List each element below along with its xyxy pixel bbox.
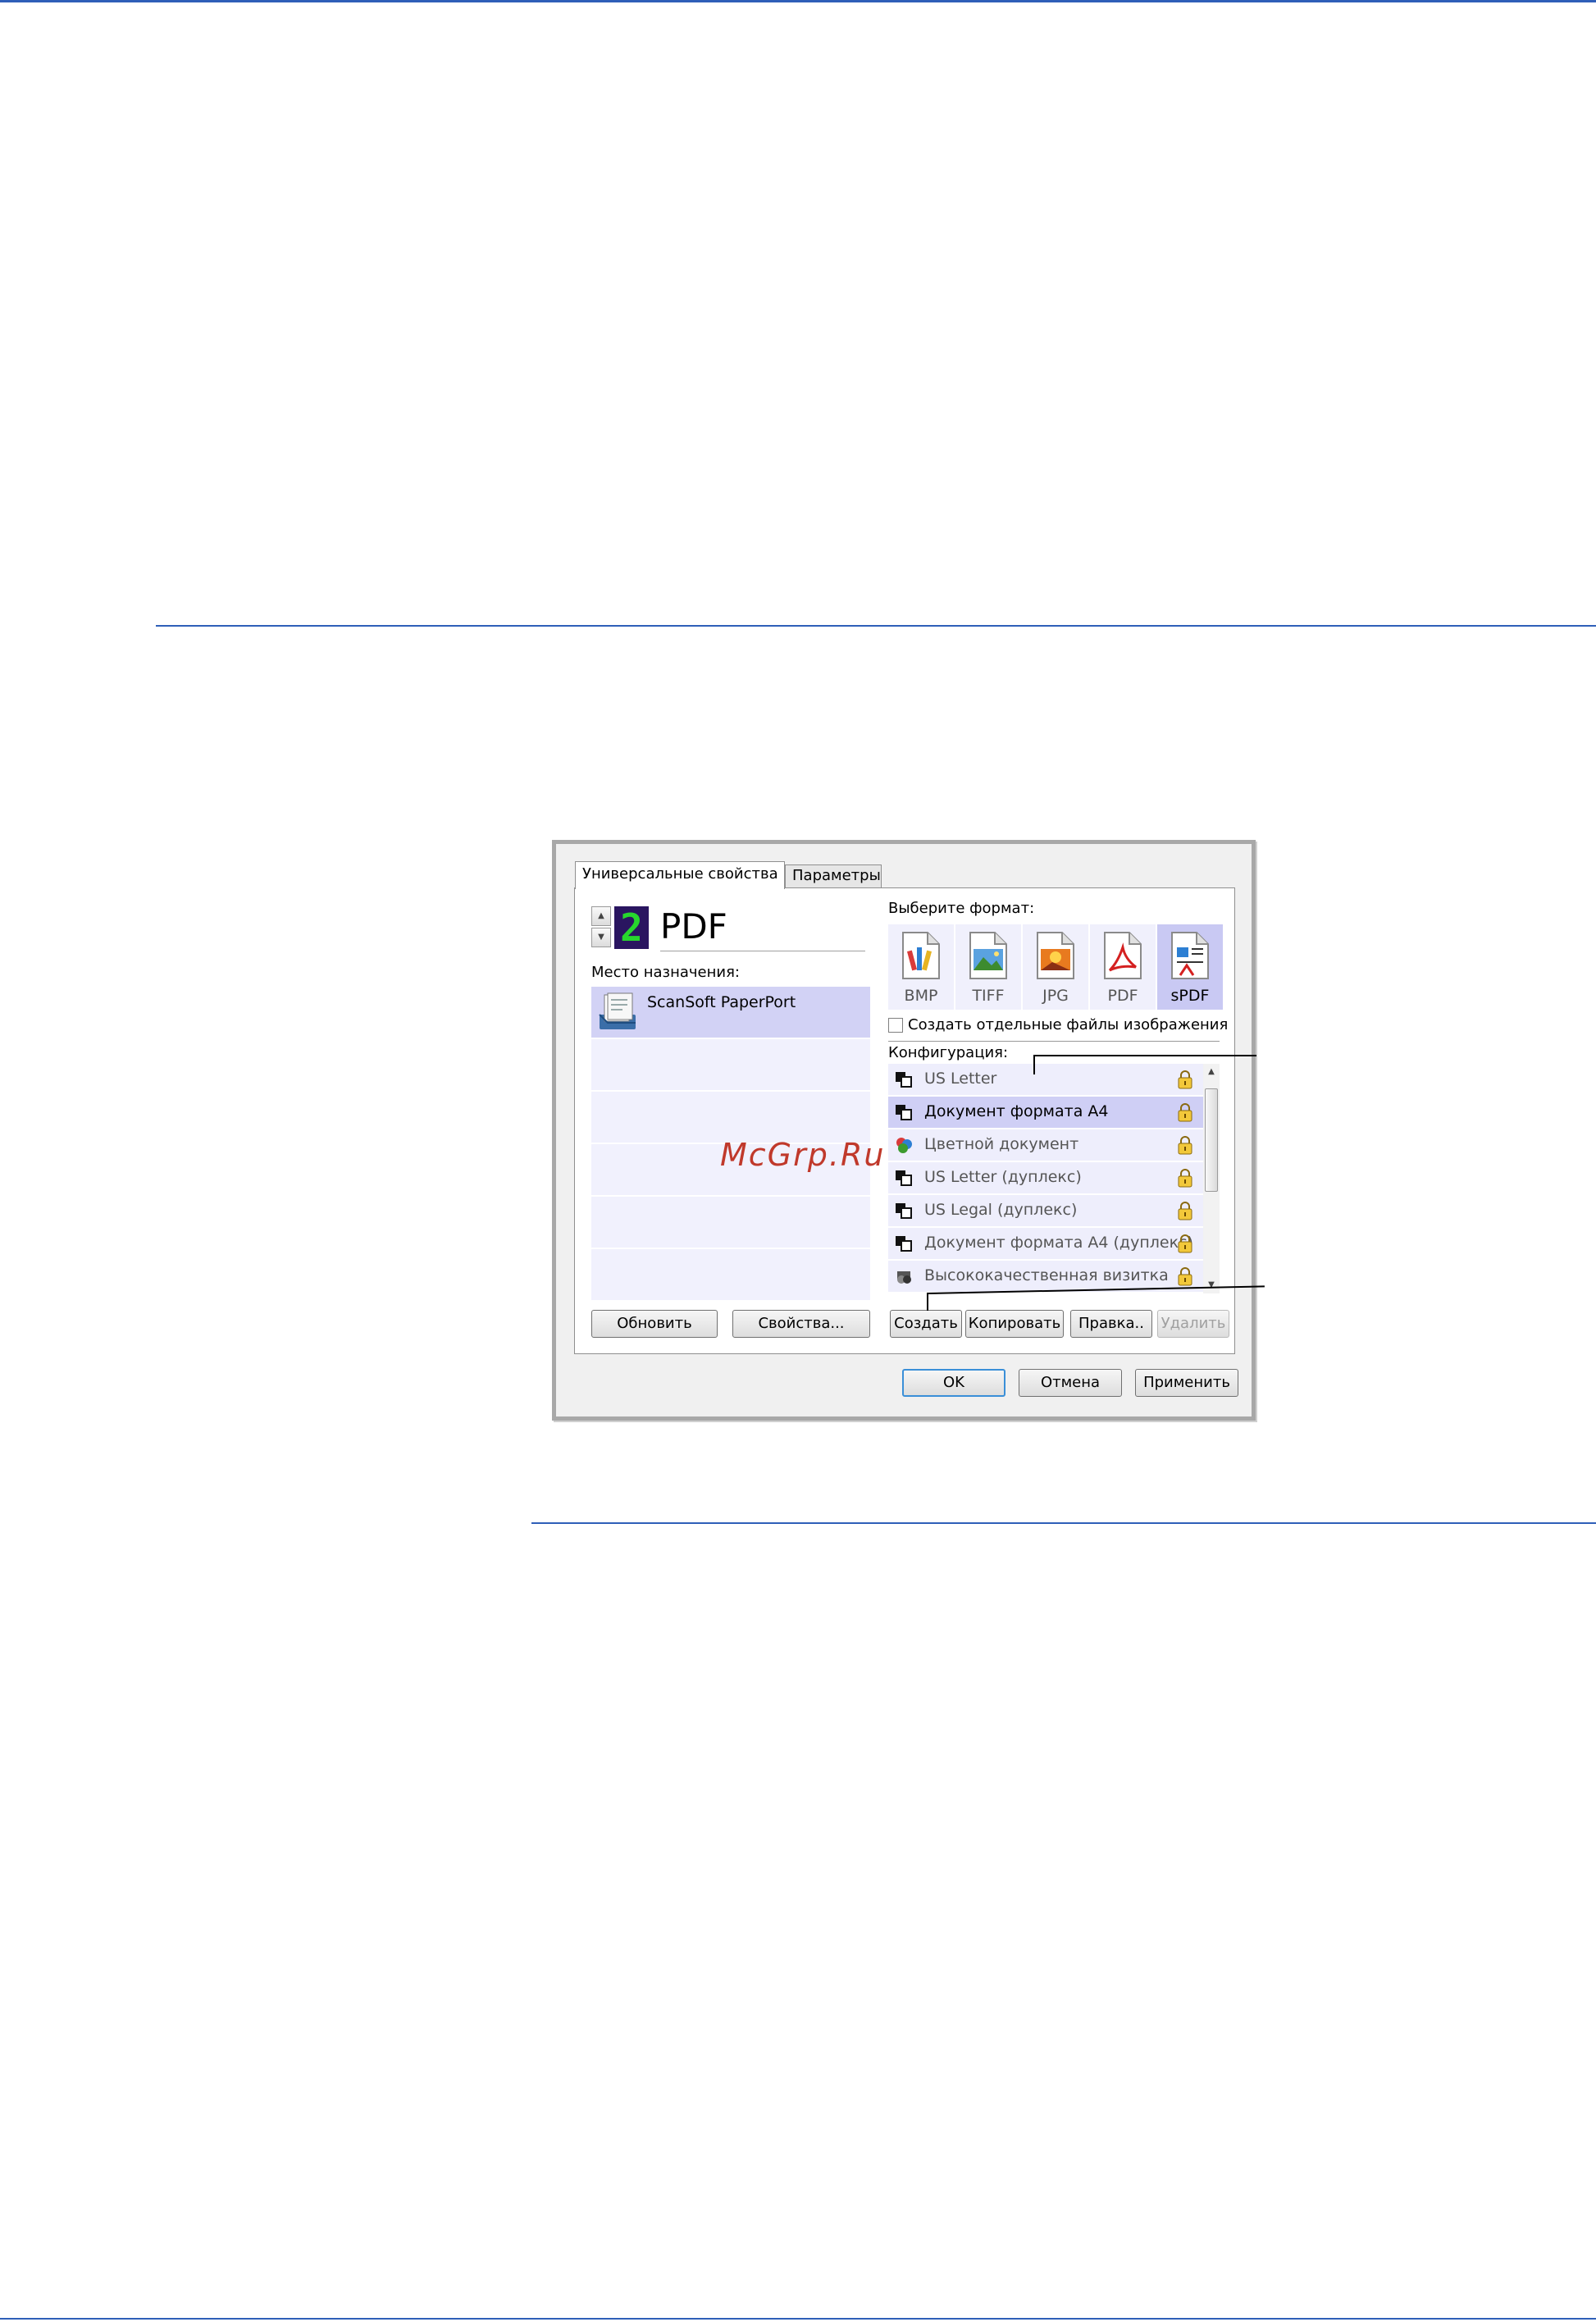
format-label: Выберите формат:	[888, 900, 1035, 917]
section-rule-bottom	[531, 1522, 1596, 1524]
refresh-button[interactable]: Обновить	[591, 1310, 718, 1338]
config-item-color-document[interactable]: Цветной документ	[888, 1129, 1203, 1161]
jpg-file-icon	[1037, 932, 1074, 979]
destination-empty-row	[591, 1249, 870, 1300]
config-item-label: Документ формата A4 (дуплекс)	[924, 1234, 1193, 1252]
format-label-jpg: JPG	[1042, 987, 1069, 1005]
config-item-label: Цветной документ	[924, 1135, 1079, 1153]
bw-document-icon	[896, 1072, 912, 1088]
profile-spinner: ▲ ▼	[591, 906, 611, 947]
bw-document-icon	[896, 1170, 912, 1186]
bw-document-icon	[896, 1236, 912, 1252]
bw-document-icon	[896, 1203, 912, 1219]
section-rule-top	[156, 625, 1596, 627]
format-chooser: BMP TIFF JPG PDF sPDF	[888, 924, 1223, 1010]
destination-empty-row	[591, 1197, 870, 1248]
format-label-tiff: TIFF	[972, 987, 1005, 1005]
lock-icon	[1178, 1070, 1192, 1089]
scroll-thumb[interactable]	[1205, 1088, 1218, 1192]
configuration-list[interactable]: US Letter Документ формата A4 Цветной до…	[888, 1064, 1220, 1293]
config-item-label: US Legal (дуплекс)	[924, 1201, 1078, 1219]
format-option-spdf[interactable]: sPDF	[1157, 924, 1223, 1010]
bw-document-icon	[896, 1105, 912, 1120]
config-item-a4[interactable]: Документ формата A4	[888, 1097, 1203, 1128]
lock-icon	[1178, 1103, 1192, 1122]
destination-empty-row	[591, 1092, 870, 1143]
business-card-icon	[897, 1271, 911, 1284]
config-item-label: US Letter	[924, 1070, 997, 1088]
pdf-file-icon	[1104, 932, 1142, 979]
lock-icon	[1178, 1136, 1192, 1155]
format-label-pdf: PDF	[1107, 987, 1138, 1005]
footer-rule	[0, 2318, 1596, 2320]
top-rule	[0, 0, 1596, 2]
callout-line-configuration-tick	[1033, 1055, 1035, 1074]
spin-down-button[interactable]: ▼	[591, 928, 611, 947]
profile-name: PDF	[660, 905, 865, 951]
format-option-tiff[interactable]: TIFF	[955, 924, 1021, 1010]
watermark: McGrp.Ru	[720, 1137, 886, 1173]
properties-button[interactable]: Свойства...	[732, 1310, 870, 1338]
lock-icon	[1178, 1267, 1192, 1286]
tab-panel: ▲ ▼ 2 PDF Место назначения: ScanSoft Pap…	[574, 887, 1235, 1354]
destination-empty-row	[591, 1039, 870, 1090]
config-item-us-letter[interactable]: US Letter	[888, 1064, 1203, 1095]
scroll-down-arrow-icon[interactable]: ▼	[1203, 1277, 1220, 1293]
lock-icon	[1178, 1234, 1192, 1253]
configuration-label: Конфигурация:	[888, 1044, 1009, 1061]
edit-button[interactable]: Правка..	[1070, 1310, 1152, 1338]
config-item-label: Высококачественная визитка	[924, 1266, 1169, 1284]
config-item-us-legal-duplex[interactable]: US Legal (дуплекс)	[888, 1195, 1203, 1226]
destination-item-paperport[interactable]: ScanSoft PaperPort	[591, 987, 870, 1038]
format-option-pdf[interactable]: PDF	[1090, 924, 1156, 1010]
color-document-icon	[896, 1138, 912, 1153]
config-item-a4-duplex[interactable]: Документ формата A4 (дуплекс)	[888, 1228, 1203, 1259]
lock-icon	[1178, 1169, 1192, 1188]
spdf-file-icon	[1171, 932, 1209, 979]
delete-button[interactable]: Удалить	[1157, 1310, 1229, 1338]
lock-icon	[1178, 1202, 1192, 1220]
paperport-app-icon	[599, 992, 636, 1029]
destination-label: Место назначения:	[591, 964, 740, 981]
separate-files-label: Создать отдельные файлы изображения	[908, 1016, 1229, 1033]
apply-button[interactable]: Применить	[1135, 1369, 1238, 1397]
destination-item-label: ScanSoft PaperPort	[647, 993, 796, 1011]
format-label-bmp: BMP	[904, 987, 938, 1005]
scroll-up-arrow-icon[interactable]: ▲	[1203, 1064, 1220, 1080]
profile-number-icon: 2	[614, 906, 649, 949]
scanner-properties-dialog: Универсальные свойства Параметры ▲ ▼ 2 P…	[552, 840, 1256, 1421]
callout-line-create-tick	[927, 1293, 928, 1311]
format-option-bmp[interactable]: BMP	[888, 924, 954, 1010]
separate-files-checkbox[interactable]	[888, 1018, 903, 1033]
configuration-scrollbar[interactable]: ▲ ▼	[1203, 1064, 1220, 1293]
ok-button[interactable]: OK	[902, 1369, 1005, 1397]
tab-parameters[interactable]: Параметры	[785, 864, 882, 887]
bmp-file-icon	[902, 932, 940, 979]
config-item-label: Документ формата A4	[924, 1102, 1109, 1120]
tiff-file-icon	[969, 932, 1007, 979]
copy-button[interactable]: Копировать	[965, 1310, 1064, 1338]
callout-line-configuration	[1033, 1055, 1256, 1056]
format-option-jpg[interactable]: JPG	[1023, 924, 1088, 1010]
cancel-button[interactable]: Отмена	[1019, 1369, 1122, 1397]
format-label-spdf: sPDF	[1170, 987, 1210, 1005]
divider	[888, 1041, 1220, 1042]
tab-universal-properties[interactable]: Универсальные свойства	[575, 861, 785, 889]
create-button[interactable]: Создать	[890, 1310, 962, 1338]
config-item-label: US Letter (дуплекс)	[924, 1168, 1082, 1186]
spin-up-button[interactable]: ▲	[591, 906, 611, 926]
config-item-us-letter-duplex[interactable]: US Letter (дуплекс)	[888, 1162, 1203, 1193]
